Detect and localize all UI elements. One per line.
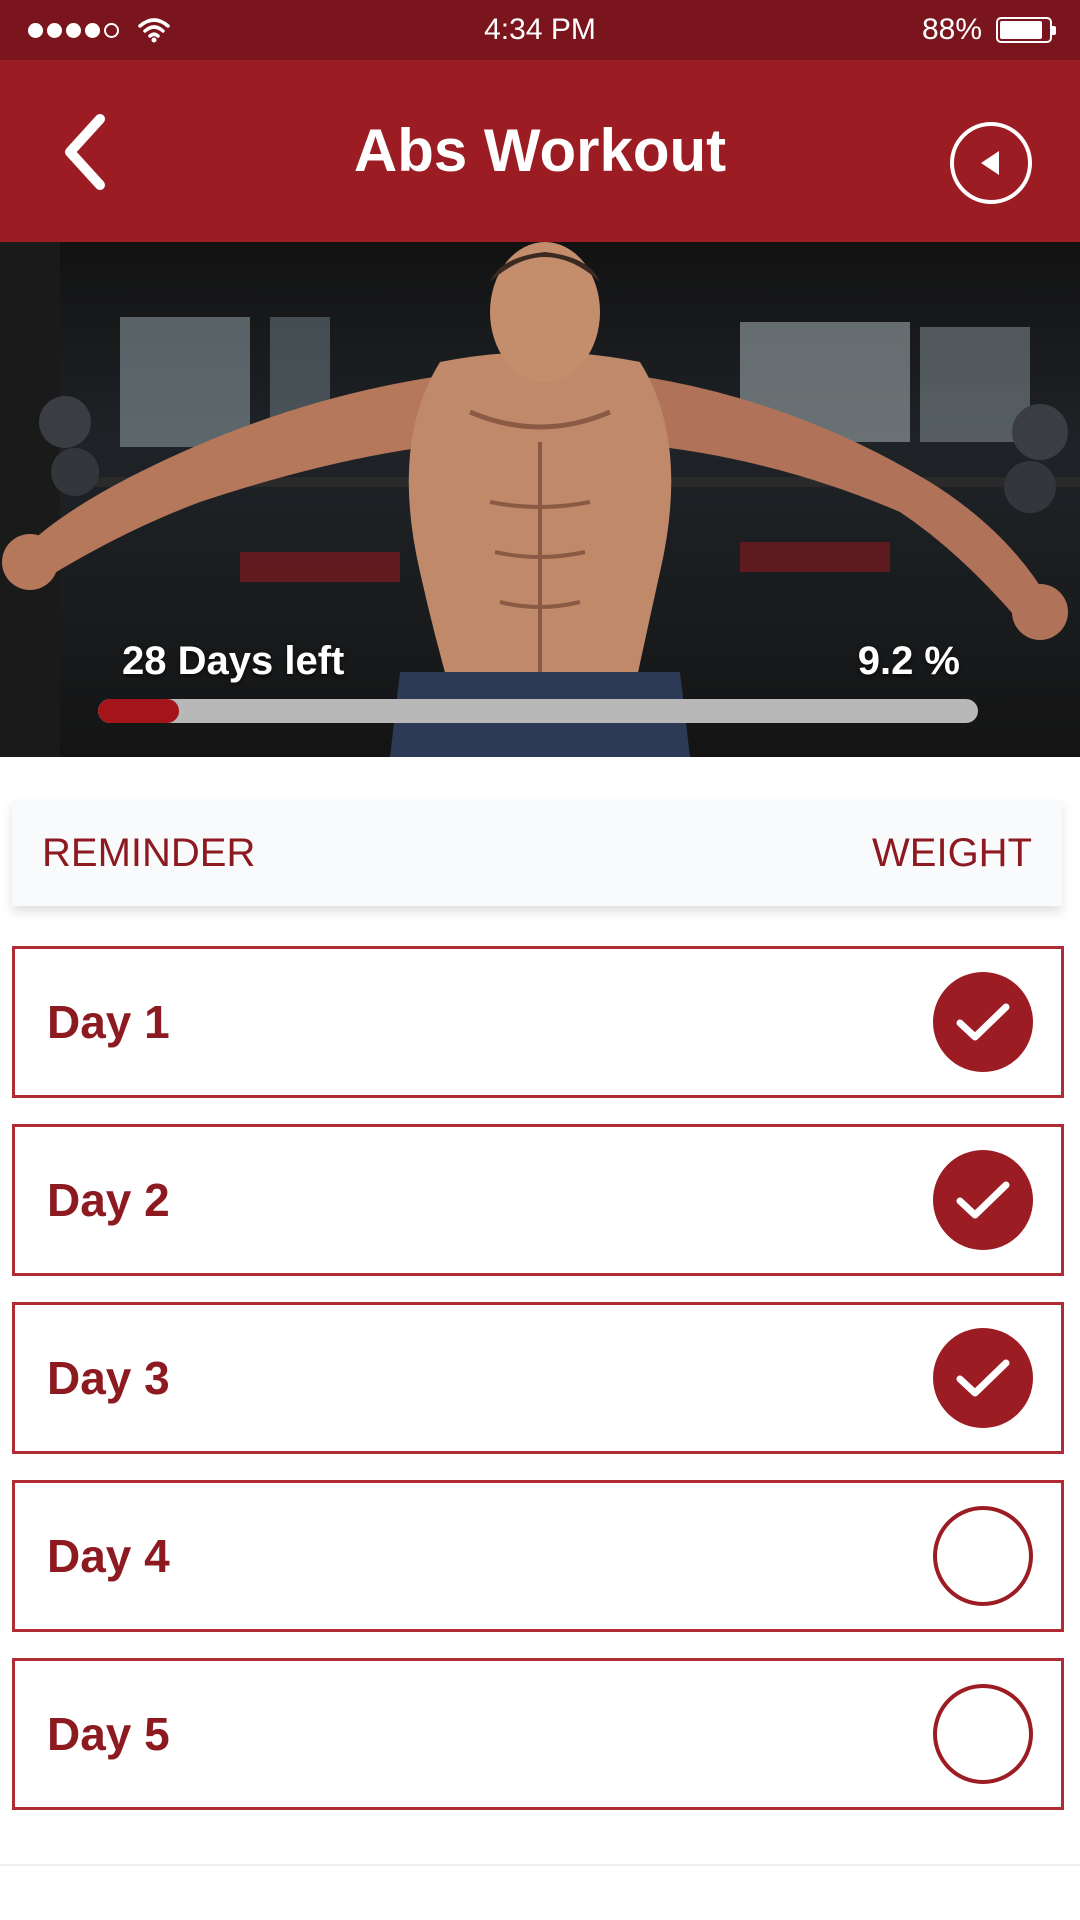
day-row[interactable]: Day 4 [12, 1480, 1064, 1632]
page-title: Abs Workout [353, 117, 727, 184]
checkmark-icon[interactable] [933, 1328, 1033, 1428]
divider [0, 1864, 1080, 1866]
status-right: 88% [921, 13, 1056, 47]
empty-circle-icon[interactable] [933, 1506, 1033, 1606]
battery-icon [996, 17, 1056, 43]
days-left-label: 28 Days left [122, 639, 345, 683]
check-icon [956, 1181, 1010, 1219]
empty-circle-icon[interactable] [933, 1684, 1033, 1784]
day-label: Day 1 [47, 996, 170, 1048]
day-row[interactable]: Day 2 [12, 1124, 1064, 1276]
chevron-left-icon [65, 114, 105, 190]
status-bar: 4:34 PM 88% [0, 0, 1080, 60]
back-button[interactable] [50, 112, 120, 192]
app-bar: Abs Workout [0, 60, 1080, 242]
day-row[interactable]: Day 5 [12, 1658, 1064, 1810]
checkmark-icon[interactable] [933, 972, 1033, 1072]
battery-percent: 88% [921, 13, 982, 46]
progress-percent-label: 9.2 % [857, 639, 960, 683]
day-row[interactable]: Day 3 [12, 1302, 1064, 1454]
tab-bar: REMINDER WEIGHT [12, 800, 1062, 906]
hero-banner: 28 Days left 9.2 % [0, 242, 1080, 757]
progress-bar [98, 699, 978, 723]
day-label: Day 5 [47, 1708, 170, 1760]
play-reverse-icon [981, 151, 999, 175]
day-list: Day 1 Day 2 Day 3 Day 4 Day 5 [12, 946, 1064, 1836]
signal-strength-icon [28, 22, 119, 38]
checkmark-icon[interactable] [933, 1150, 1033, 1250]
day-label: Day 4 [47, 1530, 170, 1582]
status-left [28, 17, 171, 43]
day-label: Day 2 [47, 1174, 170, 1226]
play-button[interactable] [950, 122, 1032, 204]
check-icon [956, 1359, 1010, 1397]
progress-bar-fill [98, 699, 179, 723]
day-label: Day 3 [47, 1352, 170, 1404]
wifi-icon [138, 18, 170, 43]
check-icon [956, 1003, 1010, 1041]
tab-reminder[interactable]: REMINDER [42, 831, 255, 876]
day-row[interactable]: Day 1 [12, 946, 1064, 1098]
tab-weight[interactable]: WEIGHT [872, 831, 1032, 876]
